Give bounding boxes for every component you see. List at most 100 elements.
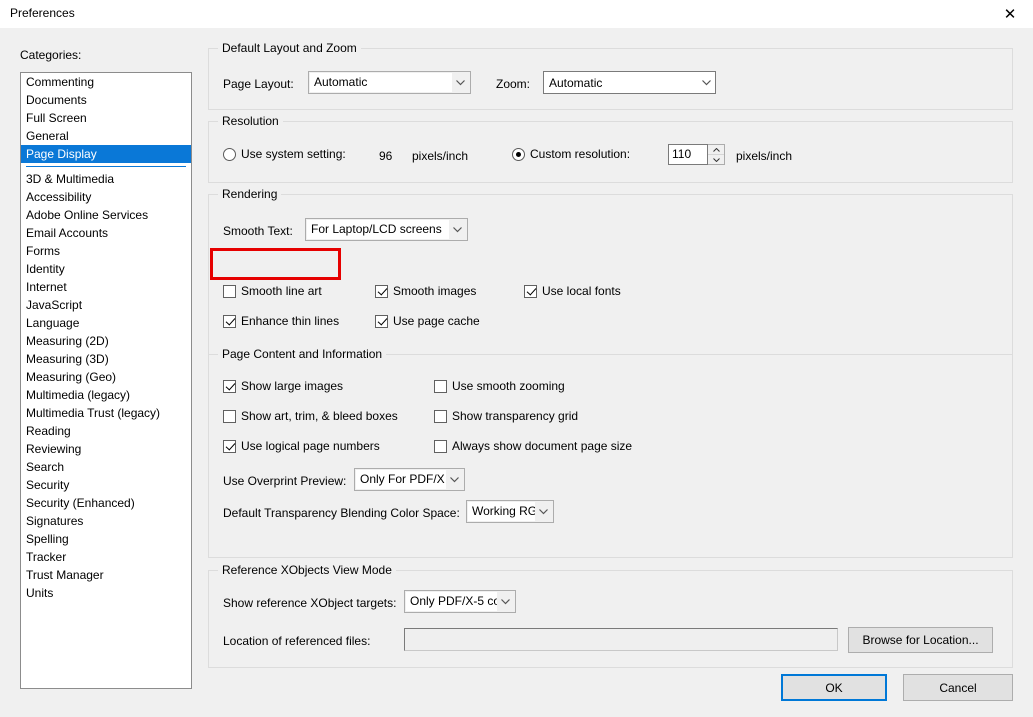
sidebar-item-signatures[interactable]: Signatures — [21, 512, 191, 530]
sidebar-item-search[interactable]: Search — [21, 458, 191, 476]
group-title-page-content: Page Content and Information — [218, 347, 386, 361]
checkbox-use-local-fonts[interactable]: Use local fonts — [524, 284, 621, 298]
radio-use-system-setting[interactable]: Use system setting: — [223, 147, 346, 161]
checkbox-indicator — [434, 410, 447, 423]
sidebar-item-multimedia-legacy[interactable]: Multimedia (legacy) — [21, 386, 191, 404]
checkbox-always-show-document-page-size[interactable]: Always show document page size — [434, 439, 632, 453]
checkbox-show-art-trim-bleed-boxes-label: Show art, trim, & bleed boxes — [241, 409, 398, 423]
checkbox-smooth-line-art-label: Smooth line art — [241, 284, 322, 298]
group-default-layout-and-zoom: Default Layout and Zoom Page Layout: Aut… — [208, 48, 1013, 110]
sidebar-item-adobe-online-services[interactable]: Adobe Online Services — [21, 206, 191, 224]
smooth-text-label: Smooth Text: — [223, 223, 293, 239]
sidebar-item-page-display[interactable]: Page Display — [21, 145, 191, 163]
sidebar-item-3d-multimedia[interactable]: 3D & Multimedia — [21, 170, 191, 188]
sidebar-item-documents[interactable]: Documents — [21, 91, 191, 109]
smooth-text-dropdown[interactable]: For Laptop/LCD screens — [305, 218, 468, 241]
sidebar-item-measuring-2d[interactable]: Measuring (2D) — [21, 332, 191, 350]
sidebar-item-commenting[interactable]: Commenting — [21, 73, 191, 91]
blending-color-space-value: Working RGB — [468, 502, 535, 521]
sidebar-item-internet[interactable]: Internet — [21, 278, 191, 296]
checkbox-show-art-trim-bleed-boxes[interactable]: Show art, trim, & bleed boxes — [223, 409, 398, 423]
checkbox-use-logical-page-numbers-label: Use logical page numbers — [241, 439, 380, 453]
show-reference-xobject-targets-dropdown[interactable]: Only PDF/X-5 compliant ones — [404, 590, 516, 613]
custom-resolution-stepper[interactable]: 110 — [668, 144, 725, 165]
sidebar-item-javascript[interactable]: JavaScript — [21, 296, 191, 314]
overprint-preview-dropdown[interactable]: Only For PDF/X Files — [354, 468, 465, 491]
sidebar-item-language[interactable]: Language — [21, 314, 191, 332]
overprint-preview-value: Only For PDF/X Files — [356, 470, 446, 489]
system-resolution-units: pixels/inch — [412, 148, 468, 164]
categories-label: Categories: — [20, 48, 81, 62]
sidebar-item-trust-manager[interactable]: Trust Manager — [21, 566, 191, 584]
chevron-down-icon — [535, 502, 552, 521]
sidebar-item-accessibility[interactable]: Accessibility — [21, 188, 191, 206]
sidebar-item-units[interactable]: Units — [21, 584, 191, 602]
show-reference-xobject-targets-label: Show reference XObject targets: — [223, 595, 396, 611]
overprint-preview-label: Use Overprint Preview: — [223, 473, 346, 489]
checkbox-smooth-images[interactable]: Smooth images — [375, 284, 476, 298]
group-title-resolution: Resolution — [218, 114, 283, 128]
checkbox-indicator — [223, 440, 236, 453]
checkbox-smooth-line-art[interactable]: Smooth line art — [223, 284, 322, 298]
browse-for-location-button[interactable]: Browse for Location... — [848, 627, 993, 653]
chevron-down-icon — [698, 72, 715, 93]
stepper-buttons[interactable] — [708, 144, 725, 165]
close-icon[interactable]: ✕ — [987, 0, 1033, 28]
stepper-up-icon[interactable] — [708, 145, 724, 155]
location-of-referenced-files-input[interactable] — [404, 628, 838, 651]
blending-color-space-label: Default Transparency Blending Color Spac… — [223, 505, 460, 521]
sidebar-item-identity[interactable]: Identity — [21, 260, 191, 278]
window-title: Preferences — [10, 6, 75, 20]
chevron-down-icon — [449, 220, 466, 239]
sidebar-item-multimedia-trust-legacy[interactable]: Multimedia Trust (legacy) — [21, 404, 191, 422]
sidebar-item-reviewing[interactable]: Reviewing — [21, 440, 191, 458]
checkbox-always-show-document-page-size-label: Always show document page size — [452, 439, 632, 453]
chevron-down-icon — [497, 592, 514, 611]
checkbox-show-transparency-grid-label: Show transparency grid — [452, 409, 578, 423]
sidebar-item-full-screen[interactable]: Full Screen — [21, 109, 191, 127]
cancel-button[interactable]: Cancel — [903, 674, 1013, 701]
radio-custom-resolution[interactable]: Custom resolution: — [512, 147, 630, 161]
sidebar-item-security[interactable]: Security — [21, 476, 191, 494]
group-resolution: Resolution Use system setting: 96 pixels… — [208, 121, 1013, 183]
group-title-reference-xobjects: Reference XObjects View Mode — [218, 563, 396, 577]
checkbox-indicator — [223, 410, 236, 423]
custom-resolution-input[interactable]: 110 — [668, 144, 708, 165]
sidebar-item-forms[interactable]: Forms — [21, 242, 191, 260]
sidebar-item-measuring-3d[interactable]: Measuring (3D) — [21, 350, 191, 368]
radio-indicator — [512, 148, 525, 161]
page-layout-label: Page Layout: — [223, 76, 294, 92]
smooth-text-value: For Laptop/LCD screens — [307, 220, 449, 239]
page-layout-value: Automatic — [310, 73, 452, 92]
checkbox-use-logical-page-numbers[interactable]: Use logical page numbers — [223, 439, 380, 453]
checkbox-indicator — [223, 380, 236, 393]
checkbox-show-transparency-grid[interactable]: Show transparency grid — [434, 409, 578, 423]
checkbox-indicator — [524, 285, 537, 298]
zoom-dropdown[interactable]: Automatic — [543, 71, 716, 94]
sidebar-item-security-enhanced[interactable]: Security (Enhanced) — [21, 494, 191, 512]
show-reference-xobject-targets-value: Only PDF/X-5 compliant ones — [406, 592, 497, 611]
checkbox-use-smooth-zooming[interactable]: Use smooth zooming — [434, 379, 565, 393]
categories-list[interactable]: CommentingDocumentsFull ScreenGeneralPag… — [20, 72, 192, 689]
stepper-down-icon[interactable] — [708, 155, 724, 164]
checkbox-use-smooth-zooming-label: Use smooth zooming — [452, 379, 565, 393]
zoom-label: Zoom: — [496, 76, 530, 92]
checkbox-enhance-thin-lines-label: Enhance thin lines — [241, 314, 339, 328]
checkbox-enhance-thin-lines[interactable]: Enhance thin lines — [223, 314, 339, 328]
checkbox-use-page-cache[interactable]: Use page cache — [375, 314, 480, 328]
location-of-referenced-files-label: Location of referenced files: — [223, 633, 370, 649]
checkbox-show-large-images-label: Show large images — [241, 379, 343, 393]
sidebar-item-email-accounts[interactable]: Email Accounts — [21, 224, 191, 242]
ok-button[interactable]: OK — [781, 674, 887, 701]
checkbox-indicator — [223, 315, 236, 328]
sidebar-item-spelling[interactable]: Spelling — [21, 530, 191, 548]
sidebar-item-tracker[interactable]: Tracker — [21, 548, 191, 566]
sidebar-item-measuring-geo[interactable]: Measuring (Geo) — [21, 368, 191, 386]
sidebar-item-reading[interactable]: Reading — [21, 422, 191, 440]
checkbox-indicator — [223, 285, 236, 298]
sidebar-item-general[interactable]: General — [21, 127, 191, 145]
page-layout-dropdown[interactable]: Automatic — [308, 71, 471, 94]
radio-use-system-setting-label: Use system setting: — [241, 147, 346, 161]
checkbox-show-large-images[interactable]: Show large images — [223, 379, 343, 393]
blending-color-space-dropdown[interactable]: Working RGB — [466, 500, 554, 523]
